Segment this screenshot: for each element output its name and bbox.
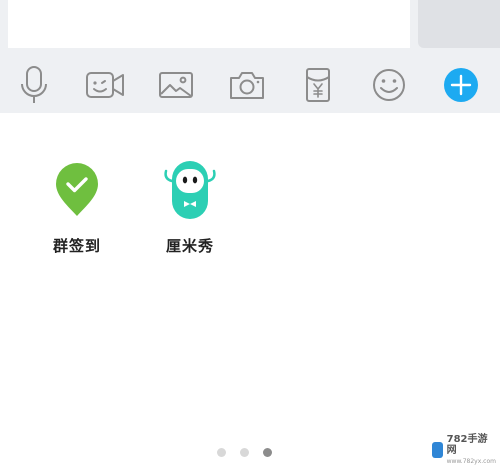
watermark-text: 782手游网 www.782yx.com [446,433,496,465]
red-packet-icon [306,67,330,102]
image-button[interactable] [151,56,201,113]
app-cmshow[interactable]: 厘米秀 [145,157,235,267]
red-packet-button[interactable] [293,56,343,113]
page-dot[interactable] [217,448,226,457]
smiley-icon [373,68,405,101]
video-call-button[interactable] [80,56,130,113]
input-area [0,0,500,113]
input-toolbar [0,56,500,113]
image-icon [159,71,193,98]
page-dot-active[interactable] [263,448,272,457]
watermark: 782手游网 www.782yx.com [432,433,496,465]
app-grid: 群签到 厘米秀 [0,113,500,413]
voice-button[interactable] [9,56,59,113]
video-camera-icon [86,71,124,98]
send-button[interactable] [418,0,500,48]
page-indicator [0,448,500,460]
emoji-button[interactable] [364,56,414,113]
watermark-logo-icon [432,442,443,458]
camera-icon [230,71,264,99]
page-dot[interactable] [240,448,249,457]
cmshow-character-icon [164,161,216,219]
microphone-icon [21,65,47,103]
more-button[interactable] [436,56,486,113]
checkin-pin-icon [56,163,98,216]
camera-button[interactable] [222,56,272,113]
plus-icon [444,67,478,102]
app-label: 群签到 [52,237,101,255]
app-group-checkin[interactable]: 群签到 [32,157,122,267]
message-input[interactable] [8,0,410,48]
app-label: 厘米秀 [165,237,214,255]
